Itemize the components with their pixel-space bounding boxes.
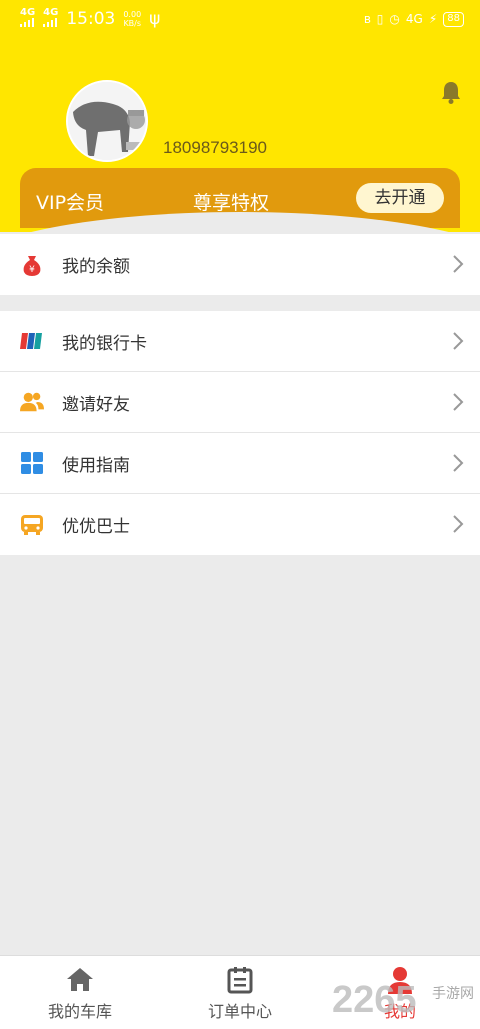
clipboard-icon [227,967,253,994]
bluetooth-icon: ʙ [363,12,371,26]
network-type: 4G [405,12,423,26]
users-icon [20,390,44,414]
net-speed: 0.00 KB/s [123,10,142,28]
menu-label: 我的余额 [62,257,130,277]
tab-label: 我的 [383,1002,416,1021]
chevron-right-icon [453,332,464,350]
signal-1: 4G [20,8,35,30]
menu-item-bus[interactable]: 优优巴士 [0,494,480,555]
vibrate-icon: ▯ [376,12,384,26]
menu-item-guide[interactable]: 使用指南 [0,433,480,494]
chevron-right-icon [453,393,464,411]
menu-item-invite[interactable]: 邀请好友 [0,372,480,433]
usb-icon: ψ [149,9,161,29]
chevron-right-icon [453,454,464,472]
menu-label: 我的银行卡 [62,333,147,354]
vip-label: VIP会员 [36,192,105,214]
chevron-right-icon [453,515,464,533]
vip-subtitle: 尊享特权 [193,192,270,214]
profile-header: 4G 4G 15:03 0.00 KB/s ψ ʙ ▯ ◷ 4G ⚡ 88 18… [0,0,480,232]
status-bar: 4G 4G 15:03 0.00 KB/s ψ ʙ ▯ ◷ 4G ⚡ 88 [0,0,480,38]
battery-level: 88 [443,11,464,27]
menu-label: 优优巴士 [62,517,130,537]
menu-label: 使用指南 [62,455,130,476]
tab-mine[interactable]: 我的 [320,956,480,1029]
signal-2: 4G [43,8,58,30]
svg-text:¥: ¥ [29,265,35,275]
home-icon [67,968,93,991]
grid-icon [20,451,44,475]
balance-section: ¥ 我的余额 [0,234,480,295]
chevron-right-icon [453,255,464,273]
status-time: 15:03 [66,9,116,29]
bottom-tab-bar: 我的车库 订单中心 我的 [0,955,480,1029]
notification-bell-icon[interactable] [440,80,462,104]
menu-label: 邀请好友 [62,394,130,415]
tab-orders[interactable]: 订单中心 [160,956,320,1029]
money-bag-icon: ¥ [20,253,44,277]
user-phone: 18098793190 [163,138,268,157]
menu-item-bank-card[interactable]: 我的银行卡 [0,311,480,372]
charging-icon: ⚡ [428,12,438,26]
avatar[interactable] [66,80,148,162]
menu-item-balance[interactable]: ¥ 我的余额 [0,234,480,295]
bank-card-icon [20,329,44,353]
main-menu-section: 我的银行卡 邀请好友 使用指南 优优巴士 [0,311,480,555]
tab-garage[interactable]: 我的车库 [0,956,160,1029]
alarm-icon: ◷ [389,12,400,26]
vip-open-button[interactable]: 去开通 [356,183,444,213]
bus-icon [20,513,44,537]
tab-label: 我的车库 [47,1002,112,1021]
person-icon [388,967,412,994]
tab-label: 订单中心 [207,1002,272,1021]
